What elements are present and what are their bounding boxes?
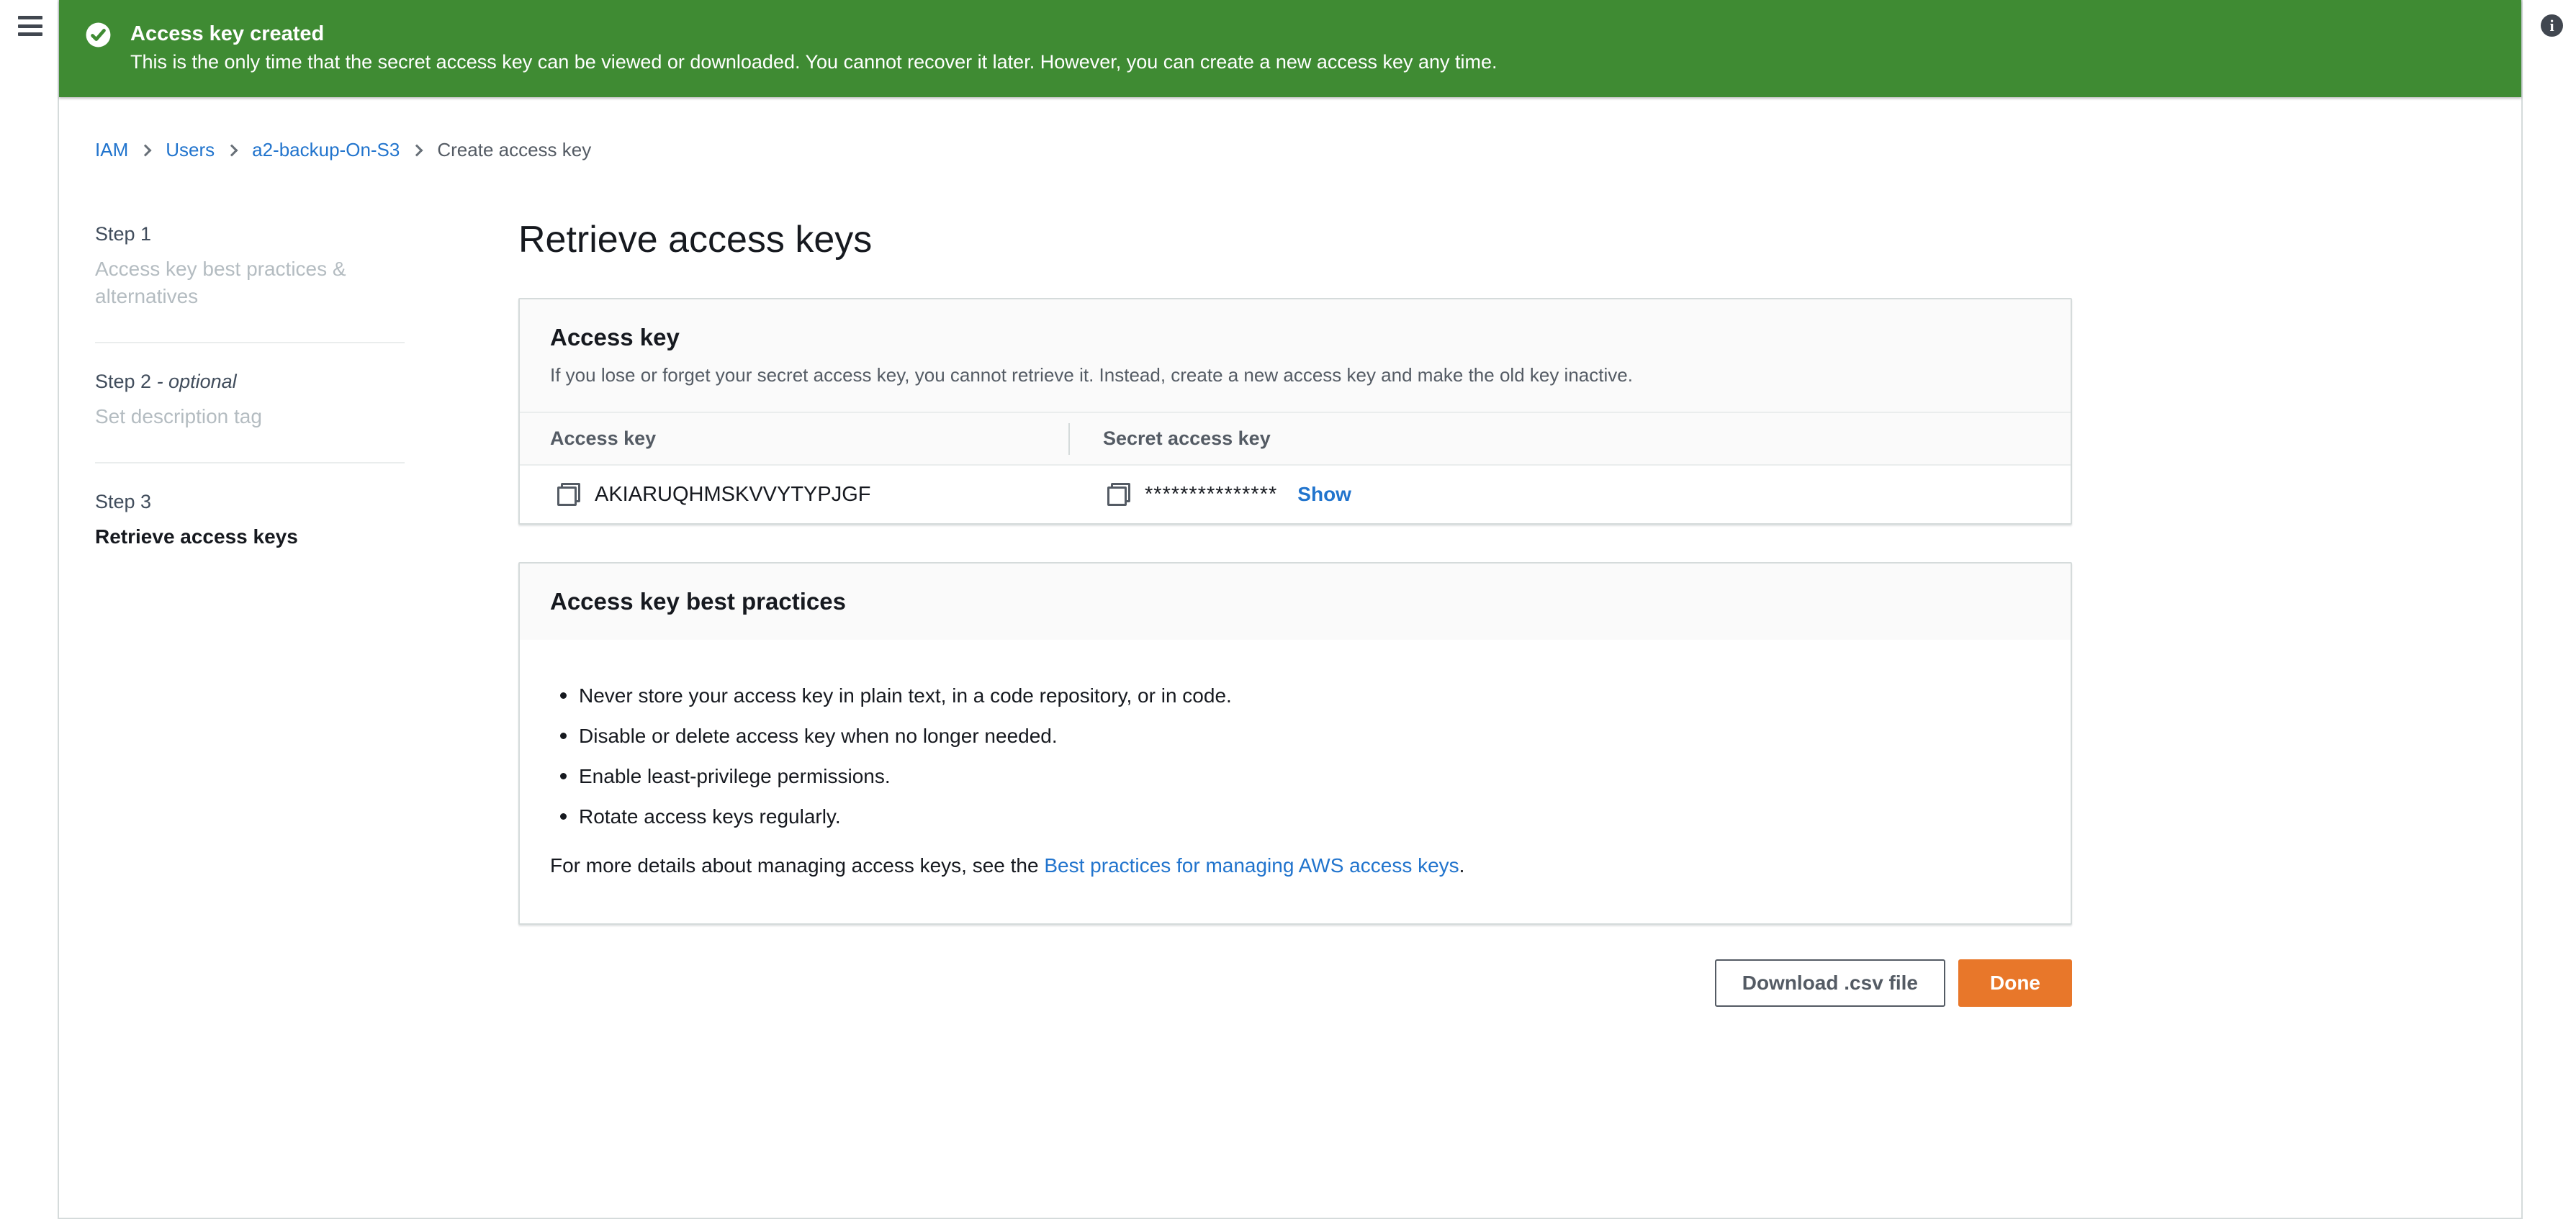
step-3-title: Retrieve access keys: [95, 523, 405, 551]
success-flashbar: Access key created This is the only time…: [59, 0, 2521, 97]
wizard-actions: Download .csv file Done: [518, 959, 2072, 1007]
access-key-cell: AKIARUQHMSKVVYTYPJGF: [520, 483, 1070, 507]
column-header-secret-access-key: Secret access key: [1070, 427, 1271, 450]
step-2: Step 2 - optional Set description tag: [95, 342, 405, 462]
step-3: Step 3 Retrieve access keys: [95, 462, 405, 582]
step-3-label: Step 3: [95, 491, 405, 513]
secret-key-cell: *************** Show: [1070, 483, 1351, 507]
breadcrumb-link-users[interactable]: Users: [166, 139, 215, 161]
best-practices-card: Access key best practices Never store yo…: [518, 562, 2072, 925]
show-secret-link[interactable]: Show: [1297, 483, 1351, 506]
chevron-right-icon: [226, 144, 238, 156]
step-2-label: Step 2 - optional: [95, 371, 405, 393]
best-practice-item: Rotate access keys regularly.: [550, 805, 2040, 828]
access-key-card: Access key If you lose or forget your se…: [518, 298, 2072, 525]
access-key-card-title: Access key: [550, 324, 2045, 351]
access-key-value: AKIARUQHMSKVVYTYPJGF: [595, 483, 871, 507]
copy-access-key-icon[interactable]: [557, 483, 580, 506]
best-practices-card-body: Never store your access key in plain tex…: [520, 640, 2071, 923]
menu-bar: [18, 24, 42, 28]
info-icon[interactable]: i: [2541, 14, 2563, 37]
breadcrumb: IAM Users a2-backup-On-S3 Create access …: [95, 139, 2521, 161]
secret-key-masked: ***************: [1145, 483, 1277, 507]
flashbar-title: Access key created: [130, 20, 1498, 47]
step-2-title: Set description tag: [95, 403, 405, 430]
access-key-card-header: Access key If you lose or forget your se…: [520, 299, 2071, 412]
step-1-title: Access key best practices & alternatives: [95, 255, 405, 310]
key-table-header: Access key Secret access key: [520, 412, 2071, 466]
success-check-icon: [85, 22, 112, 48]
best-practices-link[interactable]: Best practices for managing AWS access k…: [1044, 854, 1459, 877]
key-table-row: AKIARUQHMSKVVYTYPJGF *************** Sho…: [520, 466, 2071, 523]
more-details-line: For more details about managing access k…: [550, 854, 2040, 877]
best-practice-item: Never store your access key in plain tex…: [550, 684, 2040, 707]
chevron-right-icon: [411, 144, 423, 156]
best-practice-item: Enable least-privilege permissions.: [550, 765, 2040, 788]
breadcrumb-link-user[interactable]: a2-backup-On-S3: [252, 139, 400, 161]
column-header-access-key: Access key: [520, 427, 1068, 450]
breadcrumb-link-iam[interactable]: IAM: [95, 139, 128, 161]
main-panel: Access key created This is the only time…: [58, 0, 2523, 1219]
menu-icon[interactable]: [18, 16, 42, 36]
best-practice-item: Disable or delete access key when no lon…: [550, 725, 2040, 748]
step-1-label: Step 1: [95, 223, 405, 245]
copy-secret-key-icon[interactable]: [1107, 483, 1130, 506]
menu-bar: [18, 16, 42, 19]
flashbar-message: This is the only time that the secret ac…: [130, 47, 1498, 76]
breadcrumb-current: Create access key: [437, 139, 591, 161]
best-practices-card-header: Access key best practices: [520, 564, 2071, 640]
page-title: Retrieve access keys: [518, 219, 2072, 261]
access-key-card-description: If you lose or forget your secret access…: [550, 363, 2045, 387]
best-practices-card-title: Access key best practices: [550, 588, 2045, 615]
best-practices-list: Never store your access key in plain tex…: [550, 684, 2040, 828]
steps-nav: Step 1 Access key best practices & alter…: [95, 219, 405, 1007]
done-button[interactable]: Done: [1958, 959, 2072, 1007]
chevron-right-icon: [140, 144, 152, 156]
step-1: Step 1 Access key best practices & alter…: [95, 219, 405, 342]
download-csv-button[interactable]: Download .csv file: [1715, 959, 1945, 1007]
menu-bar: [18, 32, 42, 36]
